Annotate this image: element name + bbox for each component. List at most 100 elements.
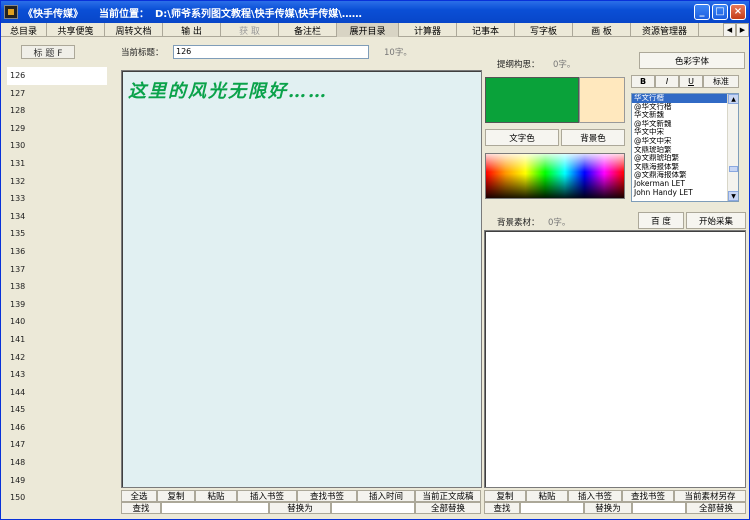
color-palette[interactable] xyxy=(485,153,625,199)
find-input[interactable] xyxy=(161,502,269,514)
color-font-button[interactable]: 色彩字体 xyxy=(639,52,745,69)
material-replace-all-button[interactable]: 全部替换 xyxy=(686,502,746,514)
font-list-item[interactable]: 文鼎海报体繁 xyxy=(632,163,738,172)
standard-style-button[interactable]: 标准 xyxy=(703,75,739,88)
bold-button[interactable]: B xyxy=(631,75,655,88)
font-list-item[interactable]: @华文新魏 xyxy=(632,120,738,129)
title-list-item[interactable]: 138 xyxy=(7,278,107,296)
title-list-item[interactable]: 147 xyxy=(7,436,107,454)
copy-button[interactable]: 复制 xyxy=(157,490,195,502)
title-list-item[interactable]: 135 xyxy=(7,225,107,243)
title-list[interactable]: 126 127 128 129 130 131 132 133 134 135 136 137 138 1… xyxy=(7,67,107,507)
font-list-item[interactable]: 华文中宋 xyxy=(632,128,738,137)
current-title-input[interactable]: 126 xyxy=(173,45,369,59)
title-list-item[interactable]: 128 xyxy=(7,102,107,120)
material-insert-bookmark-button[interactable]: 插入书签 xyxy=(568,490,622,502)
text-color-swatch[interactable] xyxy=(485,77,579,123)
menu-bar: 总目录 共享便笺 周转文档输 出获 取备注栏 展开目录 计算器 记事本 写字板画 板资源管理… xyxy=(1,23,749,37)
material-find-button[interactable]: 查找 xyxy=(484,502,520,514)
title-list-item[interactable]: 134 xyxy=(7,208,107,226)
editor-textarea[interactable]: 这里的风光无限好…… xyxy=(121,70,482,488)
menu-item-1[interactable]: 共享便笺 xyxy=(47,23,105,37)
title-list-item[interactable]: 142 xyxy=(7,349,107,367)
title-list-item[interactable]: 141 xyxy=(7,331,107,349)
font-list-item[interactable]: 文鼎琥珀繁 xyxy=(632,146,738,155)
menu-item-4[interactable]: 获 取 xyxy=(221,23,279,37)
title-list-item[interactable]: 143 xyxy=(7,366,107,384)
title-list-item[interactable]: 130 xyxy=(7,137,107,155)
menu-scroll-right-icon[interactable]: ▶ xyxy=(736,23,749,37)
insert-bookmark-button[interactable]: 插入书签 xyxy=(237,490,297,502)
scroll-up-icon[interactable]: ▲ xyxy=(728,94,738,104)
title-list-item[interactable]: 136 xyxy=(7,243,107,261)
title-list-item[interactable]: 140 xyxy=(7,313,107,331)
font-list-item[interactable]: @华文行楷 xyxy=(632,103,738,112)
replace-all-button[interactable]: 全部替换 xyxy=(415,502,481,514)
font-list-item[interactable]: @文鼎海报体繁 xyxy=(632,171,738,180)
material-paste-button[interactable]: 粘贴 xyxy=(526,490,568,502)
app-icon[interactable] xyxy=(4,5,18,19)
menu-item-9[interactable]: 写字板 xyxy=(515,23,573,37)
title-list-item[interactable]: 150 xyxy=(7,489,107,507)
font-list-scrollbar[interactable]: ▲ ▼ xyxy=(727,94,738,201)
menu-item-5[interactable]: 备注栏 xyxy=(279,23,337,37)
background-color-swatch[interactable] xyxy=(579,77,625,123)
font-list-item[interactable]: Jokerman LET xyxy=(632,180,738,189)
baidu-button[interactable]: 百 度 xyxy=(638,212,684,229)
title-list-item[interactable]: 144 xyxy=(7,384,107,402)
menu-item-2[interactable]: 周转文档 xyxy=(105,23,163,37)
material-find-input[interactable] xyxy=(520,502,584,514)
replace-input[interactable] xyxy=(331,502,415,514)
find-button[interactable]: 查找 xyxy=(121,502,161,514)
menu-item-11[interactable]: 资源管理器 xyxy=(631,23,699,37)
material-replace-input[interactable] xyxy=(632,502,686,514)
title-list-item[interactable]: 129 xyxy=(7,120,107,138)
font-list-item[interactable]: @华文中宋 xyxy=(632,137,738,146)
menu-item-0[interactable]: 总目录 xyxy=(1,23,47,37)
title-list-item[interactable]: 148 xyxy=(7,454,107,472)
menu-item-8[interactable]: 记事本 xyxy=(457,23,515,37)
underline-button[interactable]: U xyxy=(679,75,703,88)
font-list-item[interactable]: @文鼎琥珀繁 xyxy=(632,154,738,163)
find-bookmark-button[interactable]: 查找书签 xyxy=(297,490,357,502)
title-list-item[interactable]: 149 xyxy=(7,472,107,490)
menu-item-10[interactable]: 画 板 xyxy=(573,23,631,37)
maximize-button[interactable]: □ xyxy=(712,4,728,20)
title-list-item[interactable]: 139 xyxy=(7,296,107,314)
font-list[interactable]: 华文行楷 @华文行楷 华文新魏 @华文新魏 华文中宋 @华文中宋 文鼎琥珀繁 @文鼎琥珀繁 文鼎… xyxy=(631,93,739,202)
title-list-item[interactable]: 146 xyxy=(7,419,107,437)
material-copy-button[interactable]: 复制 xyxy=(484,490,526,502)
insert-time-button[interactable]: 插入时间 xyxy=(357,490,415,502)
minimize-button[interactable]: _ xyxy=(694,4,710,20)
close-button[interactable]: × xyxy=(730,4,746,20)
save-material-as-button[interactable]: 当前素材另存 xyxy=(674,490,746,502)
scrollbar-thumb[interactable] xyxy=(729,166,738,172)
select-all-button[interactable]: 全选 xyxy=(121,490,157,502)
menu-item-7[interactable]: 计算器 xyxy=(399,23,457,37)
title-list-header[interactable]: 标 题 F xyxy=(21,45,75,59)
title-list-item[interactable]: 137 xyxy=(7,261,107,279)
title-list-item[interactable]: 132 xyxy=(7,173,107,191)
title-list-item[interactable]: 145 xyxy=(7,401,107,419)
font-list-item[interactable]: 华文行楷 xyxy=(632,94,738,103)
material-replace-with-button[interactable]: 替换为 xyxy=(584,502,632,514)
menu-item-6[interactable]: 展开目录 xyxy=(337,23,399,37)
menu-scroll-left-icon[interactable]: ◀ xyxy=(723,23,736,37)
title-list-item[interactable]: 133 xyxy=(7,190,107,208)
replace-with-button[interactable]: 替换为 xyxy=(269,502,331,514)
italic-button[interactable]: I xyxy=(655,75,679,88)
paste-button[interactable]: 粘贴 xyxy=(195,490,237,502)
font-list-item[interactable]: John Handy LET xyxy=(632,189,738,198)
font-list-item[interactable]: 华文新魏 xyxy=(632,111,738,120)
background-color-button[interactable]: 背景色 xyxy=(561,129,625,146)
title-list-item[interactable]: 127 xyxy=(7,85,107,103)
menu-item-3[interactable]: 输 出 xyxy=(163,23,221,37)
current-to-draft-button[interactable]: 当前正文成稿 xyxy=(415,490,481,502)
title-list-item[interactable]: 126 xyxy=(7,67,107,85)
material-textarea[interactable] xyxy=(484,230,746,488)
material-find-bookmark-button[interactable]: 查找书签 xyxy=(622,490,674,502)
title-list-item[interactable]: 131 xyxy=(7,155,107,173)
text-color-button[interactable]: 文字色 xyxy=(485,129,559,146)
scroll-down-icon[interactable]: ▼ xyxy=(728,191,738,201)
start-collect-button[interactable]: 开始采集 xyxy=(686,212,746,229)
